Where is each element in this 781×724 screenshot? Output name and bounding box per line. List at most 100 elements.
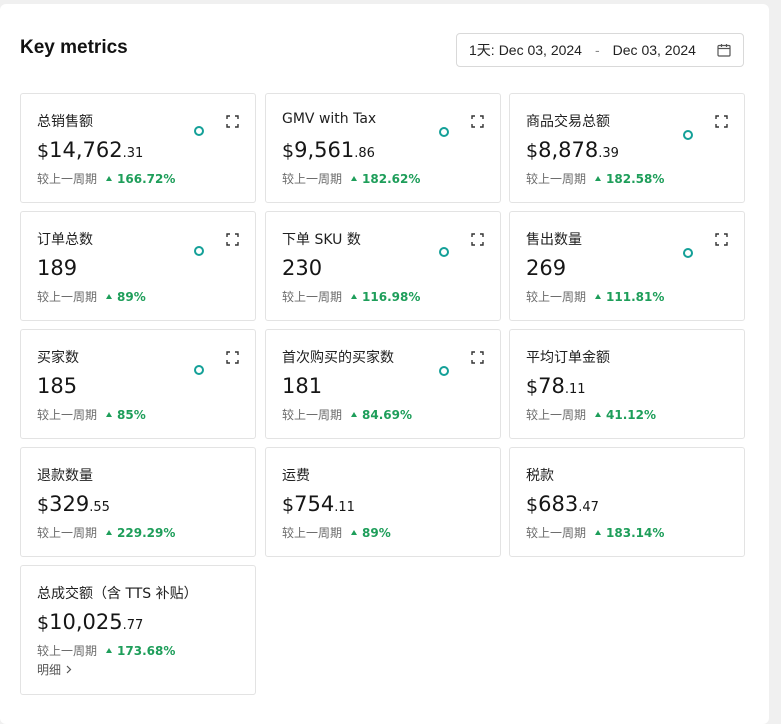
trend-up-icon — [106, 176, 113, 181]
compare-label: 较上一周期 — [282, 408, 343, 422]
metric-title: 平均订单金额 — [526, 350, 610, 366]
metric-value-integer: 189 — [37, 256, 78, 280]
metric-change: 111.81% — [606, 289, 665, 304]
metric-comparison: 较上一周期 229.29% — [37, 524, 175, 541]
expand-icon[interactable] — [715, 113, 728, 128]
metric-comparison: 较上一周期 89% — [37, 288, 146, 305]
metric-change: 166.72% — [117, 171, 176, 186]
metric-value-integer: 8,878 — [538, 138, 599, 162]
metric-change: 116.98% — [362, 289, 421, 304]
metric-value: $754.11 — [282, 492, 355, 516]
metric-value: $9,561.86 — [282, 138, 375, 162]
metric-title: 下单 SKU 数 — [282, 232, 361, 248]
expand-icon[interactable] — [471, 349, 484, 364]
metric-title: 售出数量 — [526, 232, 582, 248]
metric-value: $10,025.77 — [37, 610, 143, 634]
metric-value-integer: 10,025 — [49, 610, 123, 634]
metric-comparison: 较上一周期 182.58% — [526, 170, 664, 187]
trend-up-icon — [351, 176, 358, 181]
metric-currency: $ — [526, 376, 539, 398]
metric-card: 买家数 185 较上一周期 85% — [20, 329, 256, 439]
metric-value-integer: 185 — [37, 374, 78, 398]
metric-comparison: 较上一周期 182.62% — [282, 170, 420, 187]
metric-comparison: 较上一周期 89% — [282, 524, 391, 541]
metric-title: 首次购买的买家数 — [282, 350, 394, 366]
date-range-separator: - — [594, 42, 600, 58]
compare-label: 较上一周期 — [282, 526, 343, 540]
metric-title: 运费 — [282, 468, 310, 484]
expand-icon[interactable] — [471, 231, 484, 246]
date-range-end: Dec 03, 2024 — [612, 42, 696, 58]
metric-change: 41.12% — [606, 407, 656, 422]
metric-change: 173.68% — [117, 643, 176, 658]
metric-comparison: 较上一周期 166.72% — [37, 170, 175, 187]
status-dot — [194, 246, 204, 256]
trend-up-icon — [351, 530, 358, 535]
metric-value: 269 — [526, 256, 566, 280]
metric-value-integer: 683 — [538, 492, 579, 516]
expand-icon[interactable] — [226, 349, 239, 364]
metric-title: 总销售额 — [37, 114, 93, 130]
metric-change: 182.58% — [606, 171, 665, 186]
metric-card: GMV with Tax $9,561.86 较上一周期 182.62% — [265, 93, 501, 203]
metric-card: 商品交易总额 $8,878.39 较上一周期 182.58% — [509, 93, 745, 203]
expand-icon[interactable] — [471, 113, 484, 128]
compare-label: 较上一周期 — [526, 172, 587, 186]
trend-up-icon — [106, 412, 113, 417]
expand-icon[interactable] — [226, 113, 239, 128]
status-dot — [439, 366, 449, 376]
metric-title: 税款 — [526, 468, 554, 484]
metric-change: 85% — [117, 407, 146, 422]
date-range-prefix: 1天: — [469, 42, 495, 58]
metric-value-integer: 14,762 — [49, 138, 123, 162]
metric-title: GMV with Tax — [282, 111, 377, 127]
metric-value-integer: 9,561 — [294, 138, 355, 162]
status-dot — [683, 248, 693, 258]
metric-value-decimal: .77 — [122, 618, 144, 633]
metric-value: $683.47 — [526, 492, 599, 516]
metric-value: $329.55 — [37, 492, 110, 516]
compare-label: 较上一周期 — [526, 408, 587, 422]
trend-up-icon — [351, 412, 358, 417]
metric-change: 183.14% — [606, 525, 665, 540]
metric-value-integer: 329 — [49, 492, 90, 516]
metric-value-integer: 78 — [538, 374, 565, 398]
expand-icon[interactable] — [226, 231, 239, 246]
metric-card: 售出数量 269 较上一周期 111.81% — [509, 211, 745, 321]
metric-card: 总成交额（含 TTS 补贴） $10,025.77 较上一周期 173.68% 明细 — [20, 565, 256, 695]
metric-change: 182.62% — [362, 171, 421, 186]
date-range-picker[interactable]: 1天: Dec 03, 2024 - Dec 03, 2024 — [456, 33, 744, 67]
trend-up-icon — [595, 176, 602, 181]
trend-up-icon — [106, 530, 113, 535]
metric-value-decimal: .39 — [598, 146, 619, 161]
metric-value-decimal: .11 — [564, 382, 586, 397]
metric-comparison: 较上一周期 84.69% — [282, 406, 412, 423]
date-range-start: Dec 03, 2024 — [498, 42, 582, 58]
metric-change: 84.69% — [362, 407, 412, 422]
metric-card: 税款 $683.47 较上一周期 183.14% — [509, 447, 745, 557]
metric-card: 订单总数 189 较上一周期 89% — [20, 211, 256, 321]
chevron-right-icon — [66, 665, 72, 674]
status-dot — [439, 247, 449, 257]
metric-value: 230 — [282, 256, 322, 280]
metric-currency: $ — [282, 494, 295, 516]
metric-value: $78.11 — [526, 374, 586, 398]
status-dot — [194, 126, 204, 136]
metric-value: 185 — [37, 374, 77, 398]
expand-icon[interactable] — [715, 231, 728, 246]
metric-card: 平均订单金额 $78.11 较上一周期 41.12% — [509, 329, 745, 439]
detail-link[interactable]: 明细 — [37, 661, 72, 678]
compare-label: 较上一周期 — [282, 172, 343, 186]
metric-value: 189 — [37, 256, 77, 280]
metric-comparison: 较上一周期 183.14% — [526, 524, 664, 541]
metric-currency: $ — [37, 140, 50, 162]
metric-title: 订单总数 — [37, 232, 93, 248]
compare-label: 较上一周期 — [37, 644, 98, 658]
metric-card: 总销售额 $14,762.31 较上一周期 166.72% — [20, 93, 256, 203]
metric-comparison: 较上一周期 116.98% — [282, 288, 420, 305]
metric-value-integer: 230 — [282, 256, 323, 280]
metric-currency: $ — [526, 494, 539, 516]
compare-label: 较上一周期 — [37, 408, 98, 422]
metric-value-decimal: .31 — [122, 146, 144, 161]
metric-card: 退款数量 $329.55 较上一周期 229.29% — [20, 447, 256, 557]
